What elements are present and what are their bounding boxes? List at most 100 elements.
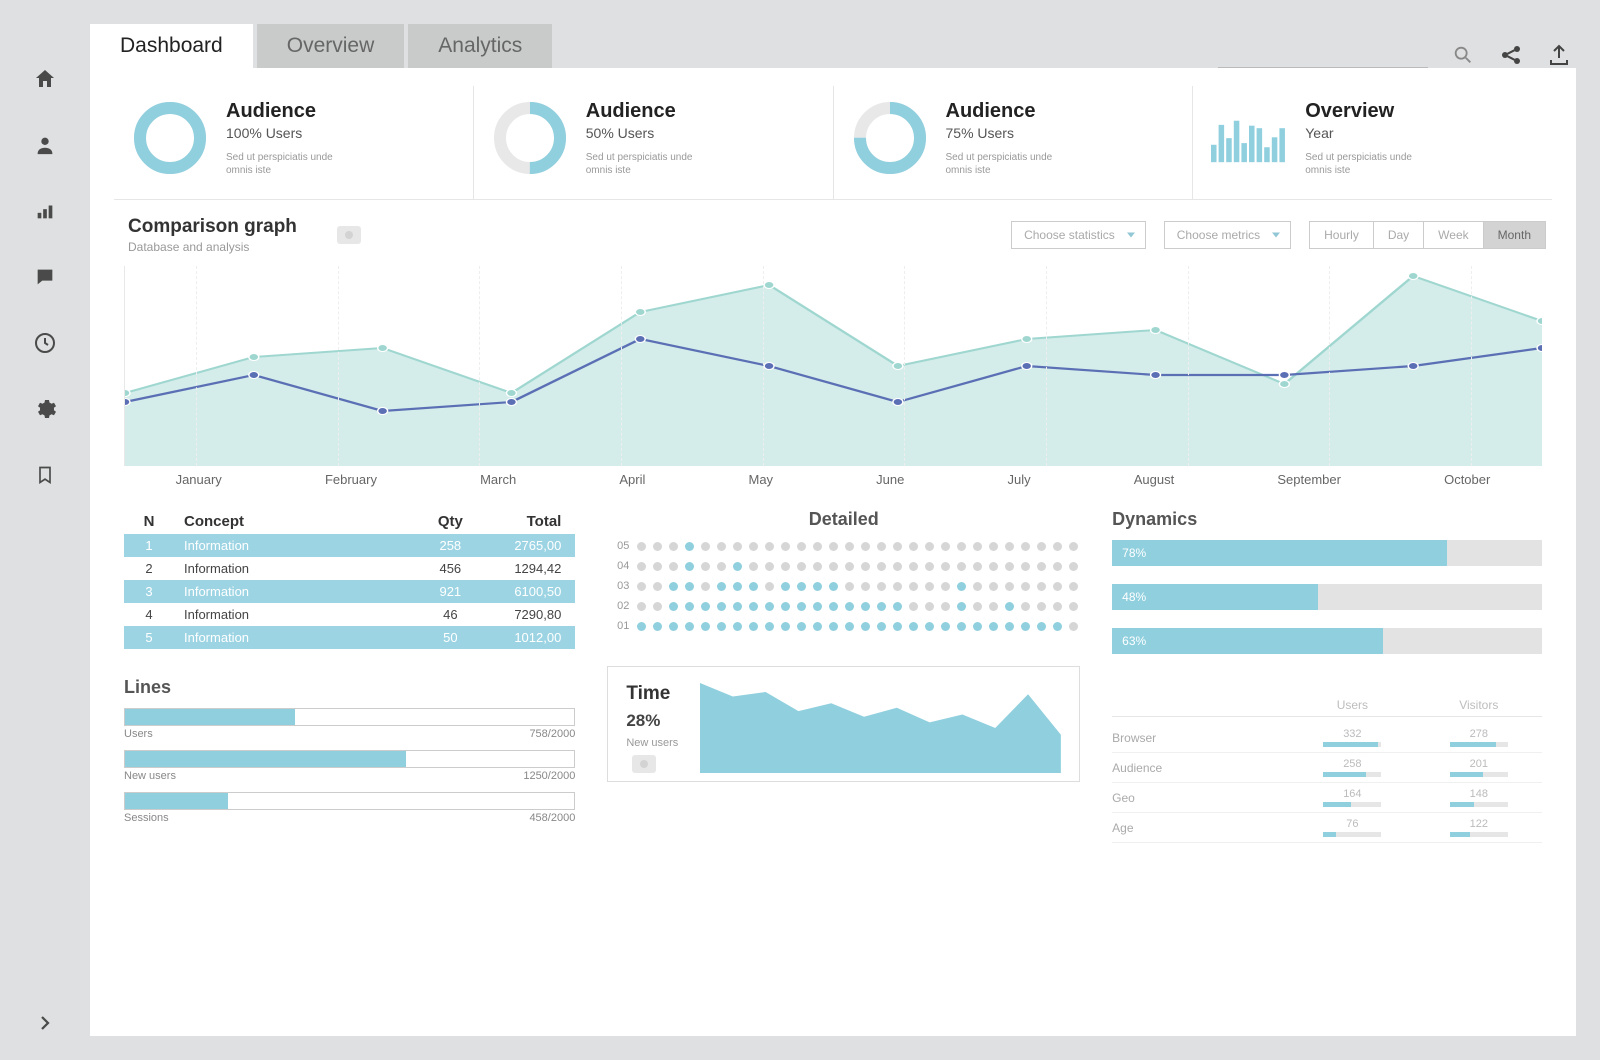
home-icon[interactable] (26, 60, 64, 98)
mini-table: Users Visitors Browser332278Audience2582… (1112, 698, 1542, 843)
kpi-title: Audience (586, 100, 716, 123)
dot-row: 05 (607, 540, 1080, 552)
camera-icon (337, 226, 361, 244)
gear-icon[interactable] (26, 390, 64, 428)
kpi-donut-icon (852, 100, 928, 176)
kpi-title: Audience (226, 100, 356, 123)
kpi-card[interactable]: Audience 50% Users Sed ut perspiciatis u… (474, 86, 834, 199)
clock-icon[interactable] (26, 324, 64, 362)
line-value: 458/2000 (529, 812, 575, 824)
table-row[interactable]: 1Information2582765,00 (124, 534, 575, 557)
bars-icon[interactable] (26, 192, 64, 230)
share-icon[interactable] (1498, 42, 1524, 68)
kpi-row: Audience 100% Users Sed ut perspiciatis … (114, 86, 1552, 200)
mini-th-blank (1112, 698, 1289, 712)
kpi-note: Sed ut perspiciatis unde omnis iste (946, 151, 1076, 177)
line-bar (124, 750, 575, 768)
mini-th-visitors: Visitors (1416, 698, 1542, 712)
line-bar (124, 792, 575, 810)
detailed-matrix: 0504030201 (607, 540, 1080, 632)
line-label: Sessions (124, 812, 169, 824)
camera-icon (632, 755, 656, 773)
x-label: February (325, 472, 377, 487)
dynamics-bar: 78% (1112, 540, 1542, 566)
time-card: Time 28% New users (607, 666, 1080, 782)
dot-row: 04 (607, 560, 1080, 572)
mini-row: Audience258201 (1112, 753, 1542, 783)
x-label: January (176, 472, 222, 487)
dynamics-bar: 63% (1112, 628, 1542, 654)
th-qty: Qty (415, 513, 485, 530)
line-label: Users (124, 728, 153, 740)
line-label: New users (124, 770, 176, 782)
sidebar (0, 0, 90, 1060)
th-total: Total (485, 513, 575, 530)
dynamics-title: Dynamics (1112, 509, 1542, 530)
comparison-chart (124, 266, 1542, 466)
kpi-bars-icon (1211, 100, 1287, 176)
x-label: June (876, 472, 904, 487)
th-concept: Concept (174, 513, 415, 530)
tab-analytics[interactable]: Analytics (408, 24, 552, 68)
kpi-title: Audience (946, 100, 1076, 123)
x-label: October (1444, 472, 1490, 487)
dot-row: 01 (607, 620, 1080, 632)
select-metrics[interactable]: Choose metrics (1164, 221, 1291, 249)
lines-title: Lines (124, 677, 575, 698)
search-icon[interactable] (1450, 42, 1476, 68)
x-label: September (1277, 472, 1341, 487)
range-month[interactable]: Month (1484, 222, 1545, 248)
table-row[interactable]: 4Information467290,80 (124, 603, 575, 626)
time-spark-chart (700, 683, 1061, 773)
kpi-sub: Year (1305, 125, 1435, 141)
line-value: 1250/2000 (523, 770, 575, 782)
dot-row: 02 (607, 600, 1080, 612)
kpi-sub: 75% Users (946, 125, 1076, 141)
time-sub: New users (626, 737, 678, 749)
chat-icon[interactable] (26, 258, 64, 296)
data-table: N Concept Qty Total 1Information2582765,… (124, 509, 575, 649)
x-label: August (1134, 472, 1174, 487)
kpi-card[interactable]: Overview Year Sed ut perspiciatis unde o… (1193, 86, 1552, 199)
range-week[interactable]: Week (1424, 222, 1483, 248)
comparison-subtitle: Database and analysis (128, 240, 297, 254)
x-label: April (619, 472, 645, 487)
user-icon[interactable] (26, 126, 64, 164)
kpi-note: Sed ut perspiciatis unde omnis iste (586, 151, 716, 177)
kpi-donut-icon (132, 100, 208, 176)
mini-row: Geo164148 (1112, 783, 1542, 813)
main-panel: Audience 100% Users Sed ut perspiciatis … (90, 68, 1576, 1036)
table-row[interactable]: 3Information9216100,50 (124, 580, 575, 603)
dynamics-bar: 48% (1112, 584, 1542, 610)
range-hourly[interactable]: Hourly (1310, 222, 1374, 248)
kpi-sub: 50% Users (586, 125, 716, 141)
tab-overview[interactable]: Overview (257, 24, 405, 68)
search-input[interactable] (1218, 42, 1428, 68)
chart-x-labels: JanuaryFebruaryMarchAprilMayJuneJulyAugu… (124, 472, 1542, 487)
mini-row: Age76122 (1112, 813, 1542, 843)
upload-icon[interactable] (1546, 42, 1572, 68)
mini-th-users: Users (1289, 698, 1415, 712)
kpi-note: Sed ut perspiciatis unde omnis iste (1305, 151, 1435, 177)
table-row[interactable]: 5Information501012,00 (124, 626, 575, 649)
tab-dashboard[interactable]: Dashboard (90, 24, 253, 68)
comparison-title: Comparison graph (128, 216, 297, 238)
mini-row: Browser332278 (1112, 723, 1542, 753)
select-statistics[interactable]: Choose statistics (1011, 221, 1146, 249)
comparison-header: Comparison graph Database and analysis C… (114, 200, 1552, 260)
kpi-title: Overview (1305, 100, 1435, 123)
kpi-sub: 100% Users (226, 125, 356, 141)
kpi-card[interactable]: Audience 100% Users Sed ut perspiciatis … (114, 86, 474, 199)
kpi-card[interactable]: Audience 75% Users Sed ut perspiciatis u… (834, 86, 1194, 199)
x-label: May (748, 472, 773, 487)
table-row[interactable]: 2Information4561294,42 (124, 557, 575, 580)
kpi-note: Sed ut perspiciatis unde omnis iste (226, 151, 356, 177)
kpi-donut-icon (492, 100, 568, 176)
th-n: N (124, 513, 174, 530)
x-label: July (1008, 472, 1031, 487)
expand-icon[interactable] (26, 1004, 64, 1042)
bookmark-icon[interactable] (26, 456, 64, 494)
line-bar (124, 708, 575, 726)
range-day[interactable]: Day (1374, 222, 1424, 248)
time-title: Time (626, 683, 678, 705)
